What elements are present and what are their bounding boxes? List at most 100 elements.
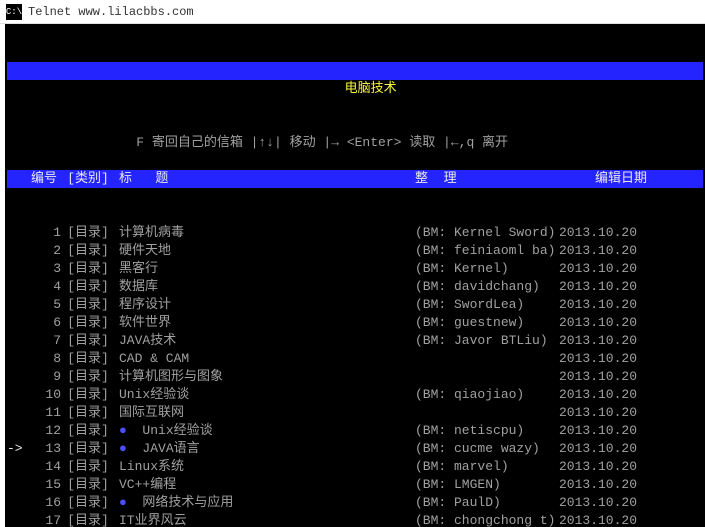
row-category: [目录]	[61, 332, 115, 350]
help-line: F 寄回自己的信箱 |↑↓| 移动 |→ <Enter> 读取 |←,q 离开	[136, 135, 508, 150]
row-title: Unix经验谈	[115, 386, 415, 404]
row-index: 10	[31, 386, 61, 404]
row-board-manager: (BM: guestnew)	[415, 314, 559, 332]
cursor-arrow	[7, 224, 31, 242]
window-title: Telnet www.lilacbbs.com	[28, 5, 194, 19]
row-board-manager	[415, 404, 559, 422]
cursor-arrow	[7, 314, 31, 332]
row-title: 硬件天地	[115, 242, 415, 260]
list-item[interactable]: 15[目录]VC++编程(BM: LMGEN)2013.10.20	[7, 476, 703, 494]
row-category: [目录]	[61, 242, 115, 260]
row-index: 6	[31, 314, 61, 332]
list-item[interactable]: 3[目录]黑客行(BM: Kernel)2013.10.20	[7, 260, 703, 278]
row-category: [目录]	[61, 314, 115, 332]
row-index: 9	[31, 368, 61, 386]
row-index: 12	[31, 422, 61, 440]
row-category: [目录]	[61, 296, 115, 314]
list-item[interactable]: 7[目录]JAVA技术(BM: Javor BTLiu)2013.10.20	[7, 332, 703, 350]
directory-list: 1[目录]计算机病毒(BM: Kernel Sword)2013.10.20 2…	[7, 224, 703, 527]
list-item[interactable]: 8[目录]CAD & CAM2013.10.20	[7, 350, 703, 368]
row-board-manager: (BM: Javor BTLiu)	[415, 332, 559, 350]
row-index: 11	[31, 404, 61, 422]
cursor-arrow	[7, 494, 31, 512]
list-item[interactable]: 6[目录]软件世界(BM: guestnew)2013.10.20	[7, 314, 703, 332]
row-board-manager: (BM: Kernel)	[415, 260, 559, 278]
cmd-icon: C:\	[6, 4, 22, 20]
list-item[interactable]: 4[目录]数据库(BM: davidchang)2013.10.20	[7, 278, 703, 296]
row-title: 软件世界	[115, 314, 415, 332]
list-item[interactable]: 2[目录]硬件天地(BM: feiniaoml ba)2013.10.20	[7, 242, 703, 260]
row-date: 2013.10.20	[559, 332, 647, 350]
row-board-manager: (BM: SwordLea)	[415, 296, 559, 314]
cursor-arrow	[7, 260, 31, 278]
cursor-arrow	[7, 512, 31, 527]
row-index: 13	[31, 440, 61, 458]
terminal-screen[interactable]: 电脑技术 F 寄回自己的信箱 |↑↓| 移动 |→ <Enter> 读取 |←,…	[5, 24, 705, 527]
row-category: [目录]	[61, 386, 115, 404]
row-index: 4	[31, 278, 61, 296]
row-category: [目录]	[61, 368, 115, 386]
row-title: VC++编程	[115, 476, 415, 494]
row-date: 2013.10.20	[559, 476, 647, 494]
list-item[interactable]: 17[目录]IT业界风云(BM: chongchong t)2013.10.20	[7, 512, 703, 527]
row-category: [目录]	[61, 476, 115, 494]
list-item[interactable]: 10[目录]Unix经验谈(BM: qiaojiao)2013.10.20	[7, 386, 703, 404]
row-board-manager: (BM: PaulD)	[415, 494, 559, 512]
row-title: ● Unix经验谈	[115, 422, 415, 440]
board-title: 电脑技术	[345, 81, 397, 96]
list-item[interactable]: 14[目录]Linux系统(BM: marvel)2013.10.20	[7, 458, 703, 476]
row-date: 2013.10.20	[559, 242, 647, 260]
cursor-arrow	[7, 350, 31, 368]
row-index: 15	[31, 476, 61, 494]
row-board-manager: (BM: davidchang)	[415, 278, 559, 296]
row-date: 2013.10.20	[559, 224, 647, 242]
cursor-arrow	[7, 296, 31, 314]
row-index: 3	[31, 260, 61, 278]
cursor-arrow	[7, 242, 31, 260]
row-title: 计算机病毒	[115, 224, 415, 242]
list-item[interactable]: 12[目录]● Unix经验谈(BM: netiscpu)2013.10.20	[7, 422, 703, 440]
board-title-row: 电脑技术	[7, 62, 703, 80]
row-title: 程序设计	[115, 296, 415, 314]
row-board-manager	[415, 368, 559, 386]
row-title: JAVA技术	[115, 332, 415, 350]
row-title: IT业界风云	[115, 512, 415, 527]
row-date: 2013.10.20	[559, 440, 647, 458]
list-item[interactable]: -> 13[目录]● JAVA语言(BM: cucme wazy)2013.10…	[7, 440, 703, 458]
row-index: 7	[31, 332, 61, 350]
row-board-manager: (BM: marvel)	[415, 458, 559, 476]
cursor-arrow	[7, 332, 31, 350]
col-mid: 整 理	[415, 170, 559, 188]
row-title: ● 网络技术与应用	[115, 494, 415, 512]
list-item[interactable]: 9[目录]计算机图形与图象2013.10.20	[7, 368, 703, 386]
list-item[interactable]: 11[目录]国际互联网2013.10.20	[7, 404, 703, 422]
row-board-manager: (BM: feiniaoml ba)	[415, 242, 559, 260]
row-category: [目录]	[61, 494, 115, 512]
row-date: 2013.10.20	[559, 296, 647, 314]
row-category: [目录]	[61, 512, 115, 527]
cursor-arrow: ->	[7, 440, 31, 458]
row-date: 2013.10.20	[559, 494, 647, 512]
column-header-row: 编号[类别]标 题整 理编辑日期	[7, 170, 703, 188]
row-title: Linux系统	[115, 458, 415, 476]
row-date: 2013.10.20	[559, 404, 647, 422]
row-board-manager: (BM: cucme wazy)	[415, 440, 559, 458]
row-category: [目录]	[61, 350, 115, 368]
cursor-arrow	[7, 422, 31, 440]
row-date: 2013.10.20	[559, 314, 647, 332]
row-title: 国际互联网	[115, 404, 415, 422]
list-item[interactable]: 16[目录]● 网络技术与应用(BM: PaulD)2013.10.20	[7, 494, 703, 512]
row-date: 2013.10.20	[559, 278, 647, 296]
cursor-arrow	[7, 368, 31, 386]
list-item[interactable]: 5[目录]程序设计(BM: SwordLea)2013.10.20	[7, 296, 703, 314]
row-title: 黑客行	[115, 260, 415, 278]
row-board-manager: (BM: netiscpu)	[415, 422, 559, 440]
cursor-arrow	[7, 386, 31, 404]
bullet-icon: ●	[119, 423, 135, 438]
row-category: [目录]	[61, 224, 115, 242]
cursor-arrow	[7, 278, 31, 296]
bullet-icon: ●	[119, 495, 135, 510]
row-category: [目录]	[61, 458, 115, 476]
list-item[interactable]: 1[目录]计算机病毒(BM: Kernel Sword)2013.10.20	[7, 224, 703, 242]
row-index: 17	[31, 512, 61, 527]
